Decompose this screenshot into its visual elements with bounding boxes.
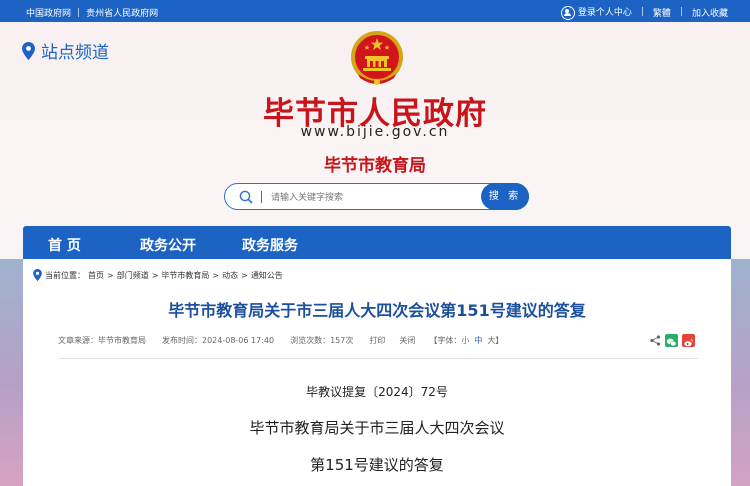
breadcrumb: 当前位置： 首页 > 部门频道 > 毕节市教育局 > 动态 > 通知公告 <box>33 269 283 281</box>
article-date: 发布时间：2024-08-06 17:40 <box>162 336 275 345</box>
top-links: 中国政府网 | 贵州省人民政府网 <box>26 6 158 20</box>
font-size-small[interactable]: 小 <box>461 335 469 346</box>
breadcrumb-prefix: 当前位置： <box>45 270 85 280</box>
print-link[interactable]: 打印 <box>369 335 385 346</box>
font-size-suffix: 】 <box>495 336 504 345</box>
separator: | <box>679 7 683 18</box>
site-channel-link[interactable]: 站点频道 <box>22 38 109 63</box>
nav-item-gov-affairs[interactable]: 政务公开 <box>140 235 196 255</box>
document-number: 毕教议提复〔2024〕72号 <box>306 385 448 399</box>
meta-divider <box>58 358 698 359</box>
breadcrumb-item-notices[interactable]: 通知公告 <box>251 270 283 281</box>
search-button[interactable]: 搜 索 <box>481 183 529 210</box>
breadcrumb-separator: > <box>151 270 159 280</box>
background-scenery-left <box>0 259 23 486</box>
national-emblem-icon <box>351 31 403 85</box>
login-link[interactable]: 登录个人中心 <box>560 5 632 20</box>
search-divider <box>261 191 262 203</box>
location-icon <box>33 269 42 281</box>
separator: | <box>640 7 644 18</box>
wechat-share-icon[interactable] <box>665 334 678 347</box>
font-size-large[interactable]: 大 <box>487 335 495 346</box>
breadcrumb-separator: > <box>212 270 220 280</box>
search-icon <box>239 190 253 204</box>
background-scenery-right <box>731 259 750 486</box>
site-channel-label: 站点频道 <box>41 43 109 63</box>
content-panel: 当前位置： 首页 > 部门频道 > 毕节市教育局 > 动态 > 通知公告 毕节市… <box>23 259 731 486</box>
share-buttons <box>650 334 695 347</box>
article-views: 浏览次数：157次 <box>290 336 354 345</box>
search-input[interactable] <box>269 187 453 208</box>
traditional-chinese-link[interactable]: 繁體 <box>653 6 671 19</box>
breadcrumb-separator: > <box>107 270 114 280</box>
document-title-line1: 毕节市教育局关于市三届人大四次会议 <box>249 419 505 437</box>
breadcrumb-separator: > <box>241 270 248 280</box>
search-bar: 搜 索 <box>224 183 529 210</box>
top-actions: 登录个人中心 | 繁體 | 加入收藏 <box>560 5 728 20</box>
add-favorite-link[interactable]: 加入收藏 <box>692 6 728 19</box>
article-title: 毕节市教育局关于市三届人大四次会议第151号建议的答复 <box>168 301 586 320</box>
top-bar: 中国政府网 | 贵州省人民政府网 登录个人中心 | 繁體 | 加入收藏 <box>0 0 750 22</box>
breadcrumb-item-education-bureau[interactable]: 毕节市教育局 <box>161 270 209 281</box>
share-icon[interactable] <box>650 335 661 346</box>
weibo-share-icon[interactable] <box>682 334 695 347</box>
separator: | <box>77 7 81 18</box>
nav-item-home[interactable]: 首 页 <box>48 235 81 255</box>
article-meta: 文章来源：毕节市教育局 发布时间：2024-08-06 17:40 浏览次数：1… <box>58 335 503 346</box>
link-gov-cn[interactable]: 中国政府网 <box>26 6 71 19</box>
breadcrumb-item-home[interactable]: 首页 <box>88 270 104 281</box>
location-pin-icon <box>22 41 35 60</box>
user-icon <box>560 5 575 20</box>
close-link[interactable]: 关闭 <box>399 335 415 346</box>
login-label: 登录个人中心 <box>577 8 632 18</box>
article-source: 文章来源：毕节市教育局 <box>58 336 146 345</box>
document-title-line2: 第151号建议的答复 <box>310 456 444 474</box>
breadcrumb-item-news[interactable]: 动态 <box>222 270 238 281</box>
main-nav: 首 页 政务公开 政务服务 <box>23 226 731 259</box>
nav-item-gov-services[interactable]: 政务服务 <box>242 235 298 255</box>
breadcrumb-item-departments[interactable]: 部门频道 <box>117 270 149 281</box>
department-name: 毕节市教育局 <box>324 156 426 176</box>
site-url: www.bijie.gov.cn <box>300 124 450 140</box>
font-size-prefix: 【字体： <box>429 336 462 345</box>
font-size-medium[interactable]: 中 <box>474 335 482 346</box>
link-guizhou-gov[interactable]: 贵州省人民政府网 <box>86 6 158 19</box>
